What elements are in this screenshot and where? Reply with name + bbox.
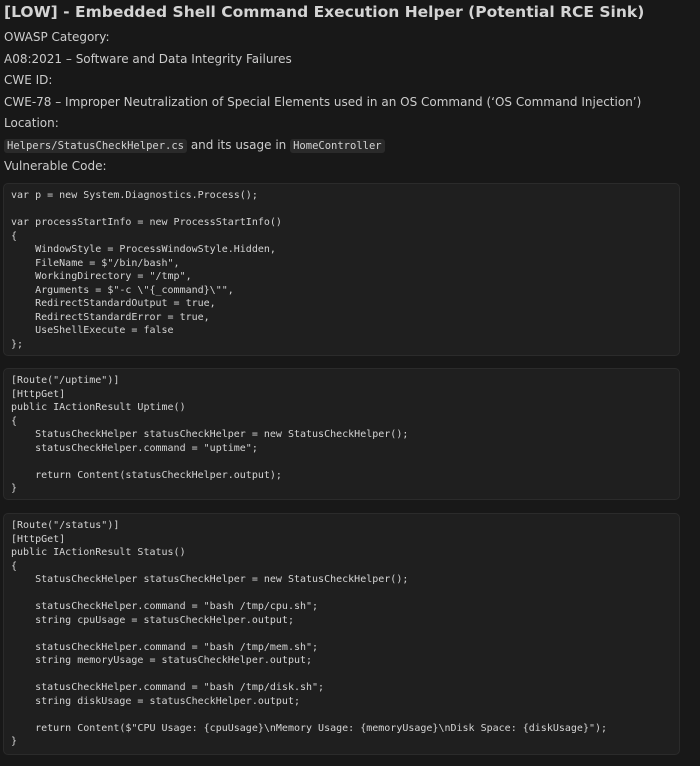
code-block-process: var p = new System.Diagnostics.Process()… <box>3 183 680 356</box>
code-block-status: [Route("/status")] [HttpGet] public IAct… <box>3 513 680 755</box>
vulnerable-code-label: Vulnerable Code: <box>4 159 107 173</box>
location-line: Helpers/StatusCheckHelper.cs and its usa… <box>4 137 385 154</box>
location-controller-code: HomeController <box>290 139 385 153</box>
location-middle-text: and its usage in <box>187 138 291 152</box>
code-block-uptime: [Route("/uptime")] [HttpGet] public IAct… <box>3 368 680 500</box>
cwe-value: CWE-78 – Improper Neutralization of Spec… <box>4 95 642 109</box>
code-uptime-text: [Route("/uptime")] [HttpGet] public IAct… <box>11 375 409 494</box>
code-status-text: [Route("/status")] [HttpGet] public IAct… <box>11 520 608 747</box>
owasp-label: OWASP Category: <box>4 30 110 44</box>
location-file-code: Helpers/StatusCheckHelper.cs <box>4 139 188 153</box>
finding-title: [LOW] - Embedded Shell Command Execution… <box>4 3 645 21</box>
cwe-label: CWE ID: <box>4 73 53 87</box>
location-label: Location: <box>4 116 59 130</box>
code-process-text: var p = new System.Diagnostics.Process()… <box>11 190 282 350</box>
owasp-value: A08:2021 – Software and Data Integrity F… <box>4 52 292 66</box>
